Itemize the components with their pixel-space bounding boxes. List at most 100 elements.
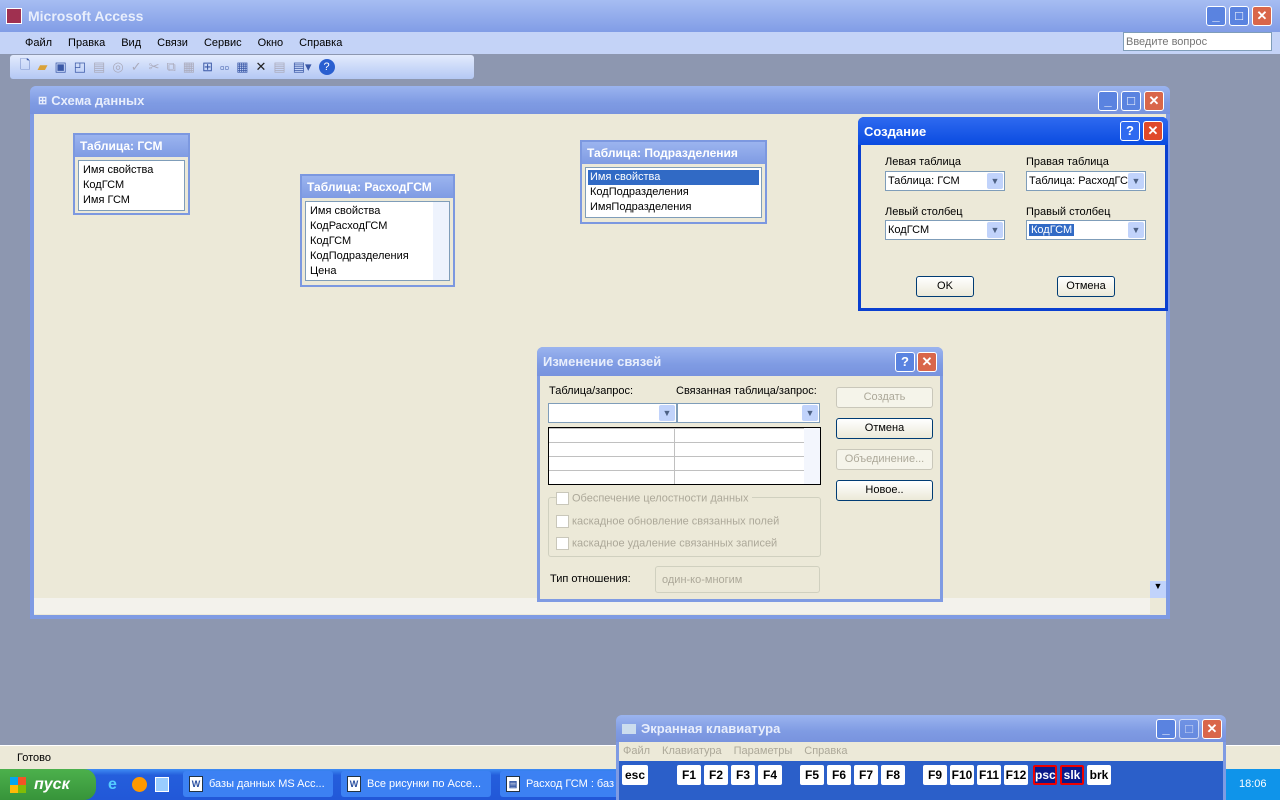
new-icon[interactable]: 🗋 — [20, 56, 30, 78]
direct-relationships-icon[interactable]: ▫▫ — [220, 60, 229, 75]
preview-icon[interactable]: ◎ — [112, 59, 123, 75]
table-rashod-gsm[interactable]: Таблица: РасходГСМ Имя свойства КодРасхо… — [300, 174, 455, 287]
key-f1[interactable]: F1 — [677, 765, 701, 785]
chevron-down-icon[interactable]: ▼ — [802, 405, 818, 421]
cascade-update-checkbox[interactable]: каскадное обновление связанных полей — [556, 515, 779, 528]
close-button[interactable]: ✕ — [1252, 6, 1272, 26]
key-f5[interactable]: F5 — [800, 765, 824, 785]
menu-relations[interactable]: Связи — [157, 37, 188, 49]
field-item[interactable]: КодГСМ — [81, 178, 182, 193]
cascade-delete-checkbox[interactable]: каскадное удаление связанных записей — [556, 537, 777, 550]
key-f10[interactable]: F10 — [950, 765, 974, 785]
key-f12[interactable]: F12 — [1004, 765, 1028, 785]
schema-maximize-button[interactable]: □ — [1121, 91, 1141, 111]
paste-icon[interactable]: ▦ — [183, 59, 195, 75]
taskbar-item[interactable]: W Все рисунки по Acce... — [341, 771, 491, 797]
schema-minimize-button[interactable]: _ — [1098, 91, 1118, 111]
minimize-button[interactable]: _ — [1206, 6, 1226, 26]
database-window-icon[interactable]: ▤ — [273, 59, 285, 75]
new-button[interactable]: Новое.. — [836, 480, 933, 501]
menu-view[interactable]: Вид — [121, 37, 141, 49]
field-item[interactable]: КодПодразделения — [308, 249, 447, 264]
integrity-checkbox[interactable]: Обеспечение целостности данных — [556, 492, 753, 505]
open-icon[interactable]: ▰ — [37, 59, 47, 75]
clock[interactable]: 18:06 — [1239, 778, 1267, 790]
table-title[interactable]: Таблица: РасходГСМ — [302, 176, 453, 198]
print-preview-icon[interactable]: ◰ — [74, 59, 86, 75]
field-item[interactable]: ИмяПодразделения — [588, 200, 759, 215]
copy-icon[interactable]: ⧉ — [167, 59, 176, 75]
key-f3[interactable]: F3 — [731, 765, 755, 785]
osk-menu-keyboard[interactable]: Клавиатура — [662, 745, 722, 758]
left-table-select[interactable]: Таблица: ГСМ ▼ — [885, 171, 1005, 191]
field-item[interactable]: КодГСМ — [308, 234, 447, 249]
field-item[interactable]: Имя ГСМ — [81, 193, 182, 208]
key-break[interactable]: brk — [1087, 765, 1111, 785]
show-desktop-icon[interactable] — [155, 777, 169, 792]
key-f8[interactable]: F8 — [881, 765, 905, 785]
schema-close-button[interactable]: ✕ — [1144, 91, 1164, 111]
ok-button[interactable]: OK — [916, 276, 974, 297]
field-item[interactable]: Имя свойства — [308, 204, 447, 219]
save-icon[interactable]: ▣ — [54, 59, 66, 75]
field-item[interactable]: Цена — [308, 264, 447, 279]
print-icon[interactable]: ▤ — [93, 59, 105, 75]
table-podrazdeleniya[interactable]: Таблица: Подразделения Имя свойства КодП… — [580, 140, 767, 224]
vertical-scrollbar[interactable] — [433, 202, 449, 280]
field-item[interactable]: Имя свойства — [81, 163, 182, 178]
cut-icon[interactable]: ✂ — [149, 59, 160, 75]
start-button[interactable]: пуск — [0, 769, 96, 800]
osk-menu-help[interactable]: Справка — [804, 745, 847, 758]
key-f2[interactable]: F2 — [704, 765, 728, 785]
help-icon[interactable]: ? — [318, 59, 335, 75]
taskbar-item[interactable]: Wбазы данных MS Acc... — [183, 771, 333, 797]
close-button[interactable]: ✕ — [1143, 121, 1163, 141]
help-button[interactable]: ? — [895, 352, 915, 372]
field-mapping-grid[interactable] — [548, 427, 821, 485]
create-button[interactable]: Создать — [836, 387, 933, 408]
menu-tools[interactable]: Сервис — [204, 37, 242, 49]
key-esc[interactable]: esc — [622, 765, 648, 785]
key-scroll-lock[interactable]: slk — [1060, 765, 1084, 785]
table-gsm[interactable]: Таблица: ГСМ Имя свойства КодГСМ Имя ГСМ — [73, 133, 190, 215]
grid-scrollbar[interactable] — [804, 428, 820, 484]
scroll-down-arrow[interactable]: ▼ — [1150, 581, 1166, 598]
close-button[interactable]: ✕ — [917, 352, 937, 372]
cancel-button[interactable]: Отмена — [1057, 276, 1115, 297]
chevron-down-icon[interactable]: ▼ — [987, 222, 1003, 238]
maximize-button[interactable]: □ — [1229, 6, 1249, 26]
table-query-select[interactable]: ▼ — [548, 403, 677, 423]
osk-menu-settings[interactable]: Параметры — [734, 745, 793, 758]
help-question-input[interactable] — [1123, 32, 1272, 51]
chevron-down-icon[interactable]: ▼ — [1128, 222, 1144, 238]
table-title[interactable]: Таблица: Подразделения — [582, 142, 765, 164]
media-player-icon[interactable] — [132, 777, 147, 792]
spelling-icon[interactable]: ✓ — [131, 59, 142, 75]
left-column-select[interactable]: КодГСМ ▼ — [885, 220, 1005, 240]
show-table-icon[interactable]: ⊞ — [202, 59, 213, 75]
delete-icon[interactable]: ✕ — [256, 59, 267, 75]
key-f4[interactable]: F4 — [758, 765, 782, 785]
all-relationships-icon[interactable]: ▦ — [236, 59, 248, 75]
osk-close-button[interactable]: ✕ — [1202, 719, 1222, 739]
chevron-down-icon[interactable]: ▼ — [987, 173, 1003, 189]
right-column-select[interactable]: КодГСМ ▼ — [1026, 220, 1146, 240]
menu-file[interactable]: Файл — [25, 37, 52, 49]
chevron-down-icon[interactable]: ▼ — [659, 405, 675, 421]
new-object-icon[interactable]: ▤▾ — [293, 59, 312, 75]
key-f11[interactable]: F11 — [977, 765, 1001, 785]
osk-menu-file[interactable]: Файл — [623, 745, 650, 758]
cancel-button[interactable]: Отмена — [836, 418, 933, 439]
menu-help[interactable]: Справка — [299, 37, 342, 49]
menu-window[interactable]: Окно — [258, 37, 284, 49]
table-title[interactable]: Таблица: ГСМ — [75, 135, 188, 157]
field-item[interactable]: КодРасходГСМ — [308, 219, 447, 234]
field-item[interactable]: Имя свойства — [588, 170, 759, 185]
chevron-down-icon[interactable]: ▼ — [1128, 173, 1144, 189]
osk-minimize-button[interactable]: _ — [1156, 719, 1176, 739]
key-f7[interactable]: F7 — [854, 765, 878, 785]
key-print-screen[interactable]: psc — [1033, 765, 1057, 785]
menu-edit[interactable]: Правка — [68, 37, 105, 49]
field-item[interactable]: КодПодразделения — [588, 185, 759, 200]
ie-icon[interactable]: e — [108, 776, 117, 794]
